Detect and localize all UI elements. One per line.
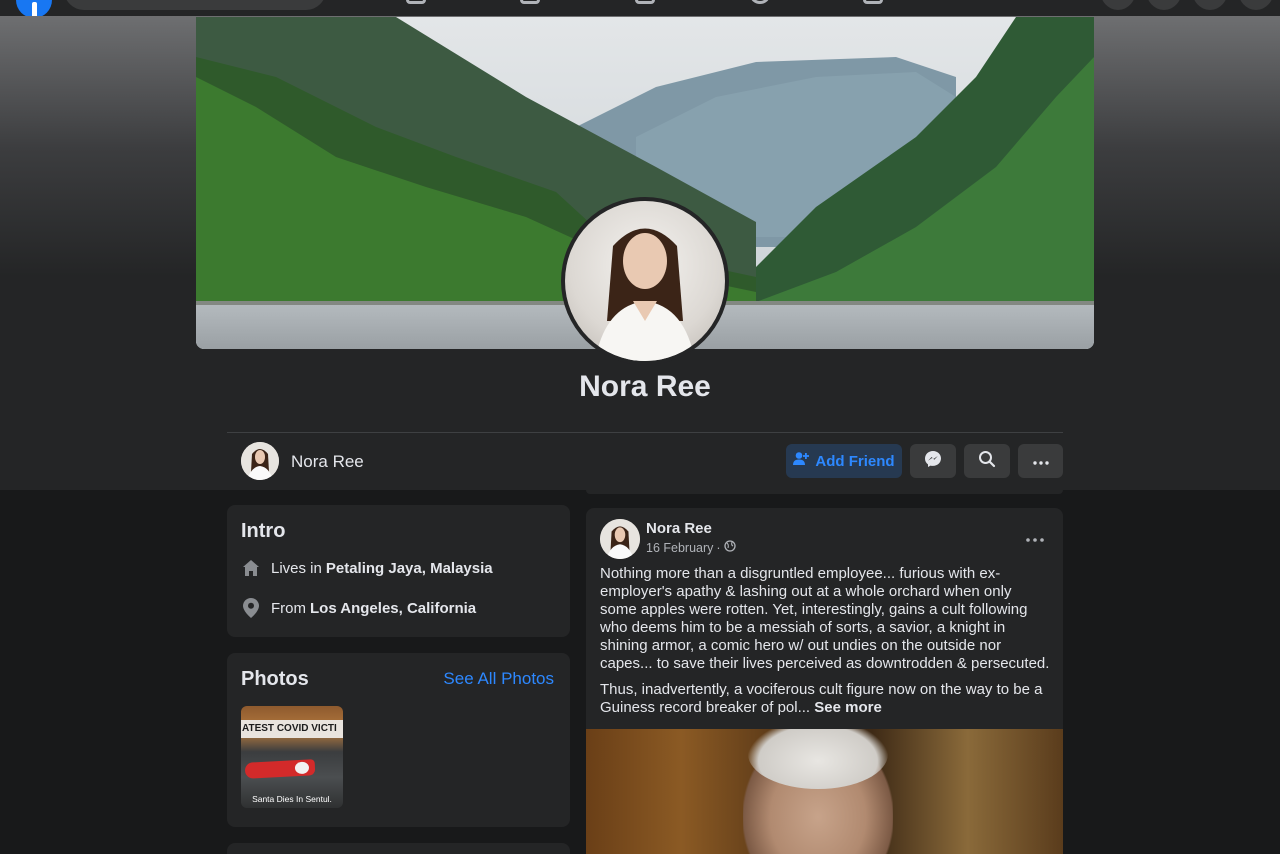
add-friend-label: Add Friend bbox=[815, 452, 895, 470]
post-card: Nora Ree 16 February · Nothing more than… bbox=[586, 508, 1063, 854]
nav-marketplace-icon[interactable] bbox=[635, 0, 655, 4]
lives-in-location[interactable]: Petaling Jaya, Malaysia bbox=[326, 560, 493, 577]
nav-watch-icon[interactable] bbox=[520, 0, 540, 4]
post-options-button[interactable] bbox=[1021, 524, 1049, 552]
lives-in-row: Lives in Petaling Jaya, Malaysia bbox=[241, 558, 493, 578]
globe-icon bbox=[723, 540, 736, 555]
search-profile-button[interactable] bbox=[964, 444, 1010, 478]
notifications-button[interactable] bbox=[1192, 0, 1228, 10]
add-friend-button[interactable]: Add Friend bbox=[786, 444, 902, 478]
from-location[interactable]: Los Angeles, California bbox=[310, 600, 476, 617]
top-navigation-bar bbox=[0, 0, 1280, 16]
friends-card bbox=[227, 843, 570, 854]
post-body: Nothing more than a disgruntled employee… bbox=[600, 565, 1050, 725]
location-pin-icon bbox=[241, 598, 261, 618]
search-icon bbox=[978, 450, 996, 473]
thumbnail-figure bbox=[244, 759, 316, 779]
messenger-button[interactable] bbox=[1146, 0, 1182, 10]
messenger-icon bbox=[924, 450, 942, 473]
photos-card: Photos See All Photos ATEST COVID VICTI … bbox=[227, 653, 570, 827]
post-date[interactable]: 16 February bbox=[646, 541, 713, 555]
post-paragraph-1: Nothing more than a disgruntled employee… bbox=[600, 565, 1050, 672]
see-more-link[interactable]: See more bbox=[814, 699, 882, 716]
post-author-avatar[interactable] bbox=[600, 519, 640, 559]
photo-thumbnail[interactable]: ATEST COVID VICTI Santa Dies In Sentul. bbox=[241, 706, 343, 808]
more-dots-icon bbox=[1026, 529, 1044, 547]
add-friend-icon bbox=[793, 451, 810, 471]
account-button[interactable] bbox=[1238, 0, 1274, 10]
profile-picture[interactable] bbox=[561, 197, 729, 365]
post-image[interactable] bbox=[586, 729, 1063, 854]
more-dots-icon bbox=[1032, 452, 1049, 470]
menu-button[interactable] bbox=[1100, 0, 1136, 10]
see-all-photos-link[interactable]: See All Photos bbox=[443, 669, 554, 689]
photos-title: Photos bbox=[241, 668, 309, 690]
more-options-button[interactable] bbox=[1018, 444, 1063, 478]
post-timestamp: 16 February · bbox=[646, 540, 736, 555]
from-row: From Los Angeles, California bbox=[241, 598, 476, 618]
intro-title: Intro bbox=[241, 520, 286, 542]
avatar[interactable] bbox=[241, 442, 279, 480]
from-prefix: From bbox=[271, 599, 306, 617]
profile-portrait bbox=[595, 228, 695, 361]
facebook-search-input[interactable] bbox=[64, 0, 326, 10]
post-paragraph-2: Thus, inadvertently, a vociferous cult f… bbox=[600, 681, 1050, 717]
action-bar-name[interactable]: Nora Ree bbox=[291, 452, 364, 472]
post-date-separator: · bbox=[716, 540, 721, 555]
home-icon bbox=[241, 558, 261, 578]
message-button[interactable] bbox=[910, 444, 956, 478]
thumbnail-banner-text: ATEST COVID VICTI bbox=[241, 720, 343, 738]
intro-card: Intro Lives in Petaling Jaya, Malaysia F… bbox=[227, 505, 570, 637]
nav-gaming-icon[interactable] bbox=[863, 0, 883, 4]
avatar-portrait bbox=[241, 442, 279, 480]
thumbnail-caption: Santa Dies In Sentul. bbox=[252, 794, 332, 804]
facebook-logo-icon[interactable] bbox=[16, 0, 52, 16]
profile-name: Nora Ree bbox=[579, 370, 711, 403]
nav-friends-icon[interactable] bbox=[406, 0, 426, 4]
lives-in-prefix: Lives in bbox=[271, 559, 322, 577]
post-author-name[interactable]: Nora Ree bbox=[646, 520, 712, 537]
nav-groups-icon[interactable] bbox=[750, 0, 770, 4]
composer-card-bottom bbox=[586, 490, 1063, 494]
profile-action-bar: Nora Ree Add Friend bbox=[227, 433, 1063, 490]
post-avatar-portrait bbox=[600, 519, 640, 559]
